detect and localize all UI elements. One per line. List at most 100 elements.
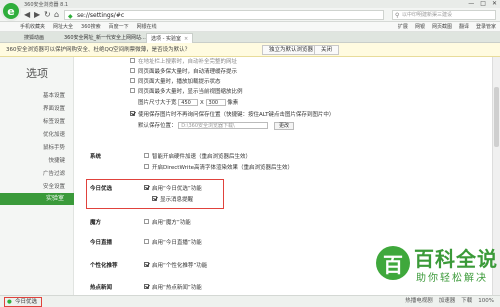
option-label: 开启DirectWrite高清字体渲染效果（重启浏览器后生效） [152, 165, 293, 171]
checkbox-checked[interactable] [144, 262, 149, 267]
checkbox[interactable] [130, 68, 135, 73]
sidebar-item-lab[interactable]: 实验室 [0, 193, 74, 205]
bookmark-item[interactable]: 网银在线 [137, 23, 157, 30]
option-row[interactable]: 同页面最多大量时，显示当前视图缩放比例 [130, 87, 243, 95]
bank-button[interactable]: 网银 [415, 23, 425, 30]
refresh-icon[interactable]: ↻ [44, 10, 51, 19]
sidebar-item[interactable]: 标签设置 [43, 117, 65, 125]
checkbox[interactable] [130, 58, 135, 63]
today-picks-status[interactable]: ● 今日优选 [4, 297, 42, 307]
forward-icon[interactable]: ▶ [34, 10, 40, 19]
save-path-input[interactable]: D:\360安全浏览器下载\ [178, 122, 269, 129]
sidebar-item[interactable]: 基本设置 [43, 91, 65, 99]
checkbox-checked[interactable] [152, 196, 157, 201]
checkbox[interactable] [144, 164, 149, 169]
watermark-subtitle: 助你轻松解决 [416, 273, 488, 284]
x-label: X [200, 100, 204, 106]
section-personal: 个性化推荐 [90, 263, 118, 269]
option-row[interactable]: 智能开启硬件加速（重启浏览器后生效） [144, 152, 251, 160]
window-title: 360安全浏览器 8.1 [24, 1, 69, 8]
tab-item-active[interactable]: 选项 - 实验室 × [146, 33, 194, 43]
tab-item[interactable]: 搜狐动画 [20, 33, 48, 43]
option-row[interactable]: 启用“今日优选”功能 [144, 184, 202, 192]
search-input[interactable]: ⚲ 以中印明建新渠三建设 [392, 10, 496, 20]
checkbox-checked[interactable] [144, 185, 149, 190]
option-row[interactable]: 同页面最多保大量时，自动清理缓存提示 [130, 67, 237, 75]
translate-button[interactable]: 翻译 [459, 23, 469, 30]
bookmark-item[interactable]: 网址大全 [53, 23, 73, 30]
checkbox[interactable] [144, 239, 149, 244]
height-input[interactable]: 300 [205, 99, 226, 106]
tab-item[interactable]: 360安全网址_新一代安全上网网站... [60, 33, 150, 43]
url-input[interactable]: ◆ se://settings/#c [64, 10, 384, 20]
address-bar: ◀ ▶ ↻ ⌂ ◆ se://settings/#c ⚲ 以中印明建新渠三建设 [0, 8, 500, 22]
home-icon[interactable]: ⌂ [54, 10, 59, 19]
maximize-button[interactable]: □ [480, 0, 486, 7]
sidebar-item[interactable]: 快捷键 [48, 156, 65, 164]
search-placeholder: 以中印明建新渠三建设 [402, 12, 453, 18]
checkbox-checked[interactable] [130, 111, 135, 116]
sidebar-item[interactable]: 鼠标手势 [43, 143, 65, 151]
status-bar: ● 今日优选 热播电视剧 加速器 下载 100% [0, 295, 500, 307]
option-label: 启用“今日优选”功能 [152, 186, 202, 192]
checkbox-checked[interactable] [144, 284, 149, 289]
zoom-level[interactable]: 100% [478, 296, 494, 307]
sidebar-item[interactable]: 安全设置 [43, 182, 65, 190]
option-row[interactable]: 使用保存图片时不再询问保存位置（快捷键：按住ALT键点击图片保存到图片中） [130, 110, 334, 118]
login-manager-button[interactable]: 登录管家 [476, 23, 496, 30]
option-label: 同页面最多大量时，显示当前视图缩放比例 [138, 89, 243, 95]
option-row[interactable]: 启用“魔方”功能 [144, 218, 191, 226]
watermark-title: 百科全说 [414, 247, 498, 271]
tab-strip: 搜狐动画 360安全网址_新一代安全上网网站... 选项 - 实验室 × [0, 32, 500, 43]
section-today: 今日优选 [90, 186, 113, 192]
tab-label: 360安全网址_新一代安全上网网站... [64, 35, 146, 41]
sidebar-item[interactable]: 界面设置 [43, 104, 65, 112]
status-item[interactable]: 热播电视剧 [405, 296, 433, 307]
status-item[interactable]: 下载 [461, 296, 472, 307]
bookmark-item[interactable]: 360搜索 [81, 23, 101, 30]
option-label: 在地址栏上搜索时，自动补全完整的网址 [138, 59, 238, 65]
option-label: 启用“热点新闻”功能 [152, 285, 202, 291]
minimize-button[interactable]: — [468, 0, 474, 7]
size-label: 图片尺寸大于宽 [138, 100, 177, 106]
option-label: 显示消息提醒 [160, 197, 194, 203]
watermark-logo-icon: 百 [376, 246, 410, 280]
section-hot: 热点新闻 [90, 285, 113, 291]
checkbox[interactable] [144, 153, 149, 158]
option-label: 使用保存图片时不再询问保存位置（快捷键：按住ALT键点击图片保存到图片中） [138, 112, 335, 118]
option-row[interactable]: 启用“热点新闻”功能 [144, 283, 202, 291]
window-controls: — □ ✕ [468, 0, 497, 7]
sidebar-item[interactable]: 广告过滤 [43, 169, 65, 177]
screenshot-button[interactable]: 网页截图 [432, 23, 452, 30]
checkbox[interactable] [130, 78, 135, 83]
option-label: 启用“魔方”功能 [152, 220, 191, 226]
section-live: 今日直播 [90, 240, 113, 246]
tab-close-icon[interactable]: × [184, 36, 188, 42]
scrollbar-thumb[interactable] [494, 87, 499, 147]
width-input[interactable]: 450 [178, 99, 199, 106]
bookmark-item[interactable]: 百度一下 [109, 23, 129, 30]
status-item[interactable]: 加速器 [439, 296, 456, 307]
notice-text: 360安全浏览器可以保护网购安全、杜绝QQ空间刷票微薄，是否设为默认？ [6, 47, 191, 53]
sidebar-item[interactable]: 优化加速 [43, 130, 65, 138]
extension-button[interactable]: 扩展 [398, 23, 408, 30]
default-browser-notice: 360安全浏览器可以保护网购安全、杜绝QQ空间刷票微薄，是否设为默认？ 独立为默… [0, 43, 500, 57]
bookmark-item[interactable]: 手机收藏夹 [20, 23, 45, 30]
checkbox[interactable] [130, 88, 135, 93]
option-row[interactable]: 在地址栏上搜索时，自动补全完整的网址 [130, 57, 237, 65]
notice-close-button[interactable]: 关闭 [314, 45, 340, 55]
option-label: 同页面最多保大量时，自动清理缓存提示 [138, 69, 238, 75]
status-left-label: 今日优选 [15, 299, 38, 305]
option-row[interactable]: 开启DirectWrite高清字体渲染效果（重启浏览器后生效） [144, 163, 293, 171]
option-row[interactable]: 启用“今日直播”功能 [144, 238, 202, 246]
url-text: se://settings/#c [77, 12, 125, 19]
browser-logo-icon[interactable]: e [1, 1, 21, 21]
option-row[interactable]: 启用“个性化推荐”功能 [144, 261, 207, 269]
checkbox[interactable] [144, 219, 149, 224]
set-default-button[interactable]: 独立为默认浏览器 [262, 45, 321, 55]
change-path-button[interactable]: 更改 [274, 121, 295, 130]
close-window-button[interactable]: ✕ [492, 0, 497, 7]
back-icon[interactable]: ◀ [24, 10, 30, 19]
option-row[interactable]: 显示消息提醒 [152, 195, 193, 203]
option-row[interactable]: 同页面大量时，播放加载提示状态 [130, 77, 221, 85]
